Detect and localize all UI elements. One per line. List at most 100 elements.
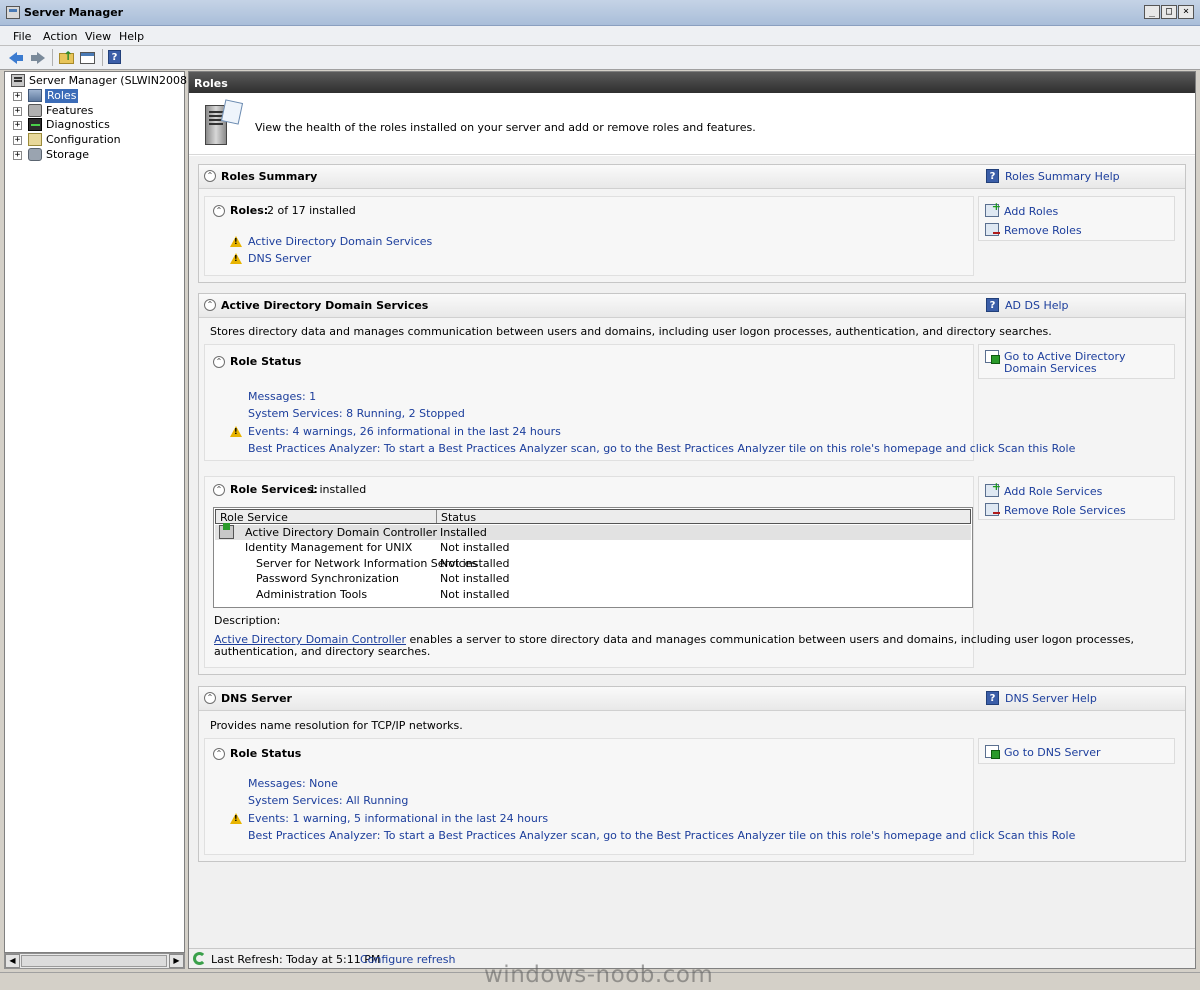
watermark: windows-noob.com	[484, 962, 714, 988]
diagnostics-icon	[28, 118, 42, 131]
role-status-title: Role Status	[230, 355, 302, 368]
tree-item-label: Diagnostics	[46, 118, 110, 131]
section-header: ⌃ Roles Summary ? Roles Summary Help	[199, 165, 1185, 189]
help-link-label[interactable]: AD DS Help	[1005, 299, 1069, 312]
column-header-status[interactable]: Status	[441, 511, 476, 524]
show-hide-pane-button[interactable]	[79, 50, 97, 66]
remove-roles-label[interactable]: Remove Roles	[1004, 224, 1082, 237]
column-header-role-service[interactable]: Role Service	[220, 511, 288, 524]
help-icon: ?	[986, 169, 999, 183]
help-link-label[interactable]: Roles Summary Help	[1005, 170, 1120, 183]
scroll-left-icon[interactable]: ◀	[5, 954, 20, 968]
role-services-table: Role Service Status Active Directory Dom…	[213, 507, 973, 608]
role-services-actions: Add Role Services Remove Role Services	[978, 476, 1175, 520]
system-services-link[interactable]: System Services: All Running	[248, 794, 408, 807]
menu-help[interactable]: Help	[119, 30, 144, 43]
tree-horizontal-scrollbar[interactable]: ◀ ▶	[4, 953, 185, 969]
role-status-title: Role Status	[230, 747, 302, 760]
window-controls: _ □ ×	[1144, 5, 1194, 19]
menu-view[interactable]: View	[85, 30, 111, 43]
roles-subsection: ⌃ Roles: 2 of 17 installed Active Direct…	[204, 196, 974, 276]
section-description: Stores directory data and manages commun…	[210, 325, 1052, 338]
bpa-link[interactable]: Best Practices Analyzer: To start a Best…	[248, 442, 1075, 455]
goto-adds-link[interactable]: Go to Active Directory Domain Services	[985, 350, 1165, 376]
section-title: Roles Summary	[221, 170, 318, 183]
description-body: enables a server to store directory data…	[409, 633, 1135, 646]
role-services-count: 1 installed	[309, 483, 367, 496]
section-title: Active Directory Domain Services	[221, 299, 429, 312]
menu-bar: File Action View Help	[0, 26, 1200, 46]
up-one-level-button[interactable]	[58, 49, 76, 66]
roles-summary-section: ⌃ Roles Summary ? Roles Summary Help ⌃ R…	[198, 164, 1186, 283]
role-services-title: Role Services:	[230, 483, 318, 496]
collapse-icon[interactable]: ⌃	[204, 299, 216, 311]
storage-icon	[28, 148, 42, 161]
collapse-icon[interactable]: ⌃	[213, 484, 225, 496]
bpa-link[interactable]: Best Practices Analyzer: To start a Best…	[248, 829, 1075, 842]
expand-icon[interactable]: +	[13, 151, 22, 160]
collapse-icon[interactable]: ⌃	[204, 170, 216, 182]
remove-role-services-label[interactable]: Remove Role Services	[1004, 504, 1126, 517]
folder-up-icon	[59, 49, 74, 64]
server-manager-icon	[11, 74, 25, 87]
table-row[interactable]: Server for Network Information Services …	[215, 556, 971, 571]
features-icon	[28, 104, 42, 117]
roles-icon	[28, 89, 42, 102]
back-button[interactable]	[9, 50, 27, 66]
scroll-right-icon[interactable]: ▶	[169, 954, 184, 968]
help-button[interactable]: ?	[108, 50, 126, 66]
forward-button[interactable]	[29, 50, 47, 66]
minimize-button[interactable]: _	[1144, 5, 1160, 19]
roles-actions: Add Roles Remove Roles	[978, 196, 1175, 241]
role-status-actions: Go to Active Directory Domain Services	[978, 344, 1175, 379]
column-divider[interactable]	[436, 510, 437, 523]
console-tree: Server Manager (SLWIN2008R2DC + Roles + …	[4, 71, 218, 953]
role-service-status: Not installed	[440, 588, 510, 601]
description-label: Description:	[214, 614, 281, 627]
table-row[interactable]: Password Synchronization Not installed	[215, 571, 971, 586]
dns-role-status-actions: Go to DNS Server	[978, 738, 1175, 764]
add-roles-icon	[985, 200, 1001, 217]
table-row[interactable]: Identity Management for UNIX Not install…	[215, 540, 971, 555]
intro-banner: View the health of the roles installed o…	[189, 93, 1195, 155]
expand-icon[interactable]: +	[13, 136, 22, 145]
section-header: ⌃ Active Directory Domain Services ? AD …	[199, 294, 1185, 318]
collapse-icon[interactable]: ⌃	[213, 748, 225, 760]
last-refresh-text: Last Refresh: Today at 5:11 PM	[211, 953, 381, 966]
collapse-icon[interactable]: ⌃	[213, 205, 225, 217]
add-roles-label[interactable]: Add Roles	[1004, 205, 1058, 218]
menu-action[interactable]: Action	[43, 30, 77, 43]
collapse-icon[interactable]: ⌃	[204, 692, 216, 704]
scroll-thumb[interactable]	[21, 955, 167, 967]
add-role-services-label[interactable]: Add Role Services	[1004, 485, 1102, 498]
role-status-subsection: ⌃ Role Status Messages: 1 System Service…	[204, 344, 1075, 461]
configure-refresh-link[interactable]: Configure refresh	[360, 953, 455, 966]
expand-icon[interactable]: +	[13, 107, 22, 116]
events-link[interactable]: Events: 4 warnings, 26 informational in …	[248, 425, 561, 438]
system-services-link[interactable]: System Services: 8 Running, 2 Stopped	[248, 407, 465, 420]
events-link[interactable]: Events: 1 warning, 5 informational in th…	[248, 812, 548, 825]
maximize-button[interactable]: □	[1161, 5, 1177, 19]
menu-file[interactable]: File	[13, 30, 31, 43]
expand-icon[interactable]: +	[13, 92, 22, 101]
tree-root-server-manager[interactable]: Server Manager (SLWIN2008R2DC	[11, 74, 218, 88]
page-title: Roles	[189, 72, 1195, 93]
toolbar-separator	[102, 49, 103, 66]
title-bar: Server Manager _ □ ×	[0, 0, 1200, 26]
server-roles-icon	[203, 99, 244, 147]
goto-adds-label[interactable]: Go to Active Directory Domain Services	[1004, 351, 1154, 375]
goto-dns-label[interactable]: Go to DNS Server	[1004, 746, 1101, 759]
messages-link[interactable]: Messages: None	[248, 777, 338, 790]
tree-item-label: Roles	[45, 89, 79, 103]
collapse-icon[interactable]: ⌃	[213, 356, 225, 368]
expand-icon[interactable]: +	[13, 121, 22, 130]
messages-link[interactable]: Messages: 1	[248, 390, 316, 403]
goto-icon	[985, 745, 1000, 759]
role-link-adds[interactable]: Active Directory Domain Services	[248, 235, 432, 248]
help-link-label[interactable]: DNS Server Help	[1005, 692, 1097, 705]
role-link-dns[interactable]: DNS Server	[248, 252, 311, 265]
close-button[interactable]: ×	[1178, 5, 1194, 19]
refresh-icon[interactable]	[193, 952, 206, 965]
table-row[interactable]: Administration Tools Not installed	[215, 587, 971, 602]
table-row[interactable]: Active Directory Domain Controller Insta…	[215, 523, 971, 540]
